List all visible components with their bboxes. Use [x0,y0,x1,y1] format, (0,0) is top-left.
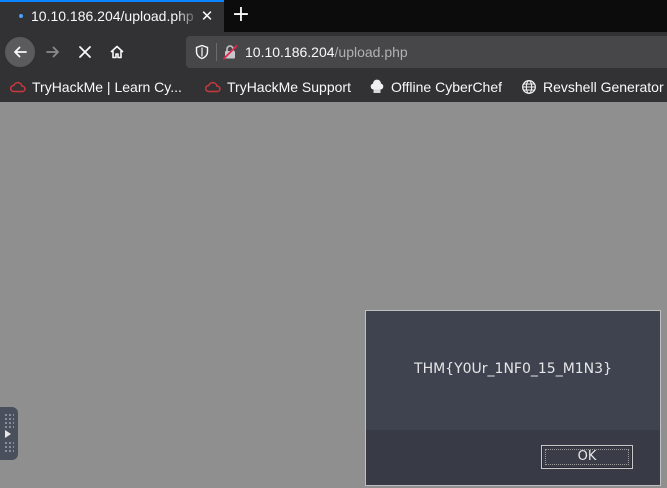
home-icon [110,45,124,59]
forward-arrow-icon [46,46,59,58]
bookmark-tryhackme-learn[interactable]: TryHackMe | Learn Cy... [10,72,182,102]
grip-dots-icon [4,441,14,453]
insecure-lock-icon[interactable] [222,44,238,60]
tab-upload[interactable]: 10.10.186.204/upload.php ✕ [0,0,224,32]
navigation-bar: 10.10.186.204/upload.php [0,32,667,72]
bookmark-revshell-generator[interactable]: Revshell Generator [521,72,664,102]
bookmark-label: Revshell Generator [543,79,664,95]
tab-close-icon[interactable]: ✕ [199,7,215,25]
bookmark-label: TryHackMe Support [227,79,351,95]
forward-button[interactable] [38,37,68,67]
ok-button[interactable]: OK [541,445,633,469]
url-path: /upload.php [334,44,408,60]
url-separator [216,43,217,61]
back-button[interactable] [5,37,35,67]
grip-dots-icon [4,413,14,429]
back-arrow-icon [14,46,27,58]
dialog-message: THM{Y0Ur_1NF0_15_M1N3} [414,361,612,377]
focus-ring [545,449,629,465]
tab-title-fade [176,4,200,28]
tracking-shield-icon[interactable] [194,44,210,60]
tab-active-indicator [0,0,224,2]
tab-loading-dot [19,14,23,18]
tab-strip: 10.10.186.204/upload.php ✕ + [0,0,667,32]
url-text[interactable]: 10.10.186.204/upload.php [245,43,408,61]
bookmark-label: Offline CyberChef [391,79,503,95]
dialog-body: THM{Y0Ur_1NF0_15_M1N3} [366,311,660,430]
globe-icon [522,80,536,94]
url-host: 10.10.186.204 [245,44,335,60]
alert-dialog: THM{Y0Ur_1NF0_15_M1N3} OK [365,310,661,486]
expand-arrow-icon [5,430,11,438]
url-bar[interactable]: 10.10.186.204/upload.php [186,36,667,68]
stop-button[interactable] [70,37,100,67]
new-tab-icon[interactable]: + [231,4,251,28]
tab-title: 10.10.186.204/upload.php [31,8,194,24]
stop-icon [79,46,91,58]
home-button[interactable] [102,37,132,67]
dialog-footer: OK [366,430,660,485]
bookmark-label: TryHackMe | Learn Cy... [32,79,182,95]
tryhackme-icon [10,81,26,93]
chef-hat-icon [370,79,384,93]
side-panel-handle[interactable] [0,407,18,460]
bookmark-offline-cyberchef[interactable]: Offline CyberChef [369,72,502,102]
bookmarks-toolbar: TryHackMe | Learn Cy... TryHackMe Suppor… [0,72,667,102]
bookmark-tryhackme-support[interactable]: TryHackMe Support [205,72,351,102]
tryhackme-icon [205,81,221,93]
